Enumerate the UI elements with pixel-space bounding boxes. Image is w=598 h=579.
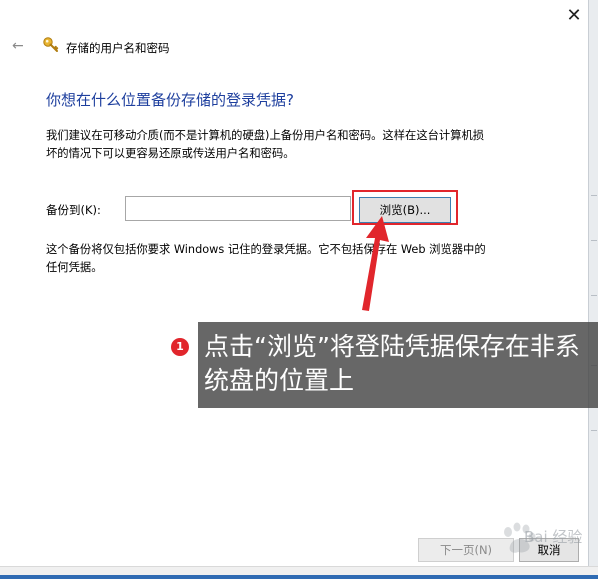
backup-scope-note: 这个备份将仅包括你要求 Windows 记住的登录凭据。它不包括保存在 Web … [46, 243, 486, 274]
page-heading: 你想在什么位置备份存储的登录凭据? [46, 91, 294, 109]
watermark-text: Bai 经验 [524, 528, 583, 546]
dialog-window: ✕ ← 存储的用户名和密码 你想在什么位置备份存储的登录凭据? 我们建议在可移动… [0, 0, 588, 578]
background-window-edge [588, 0, 598, 578]
back-arrow-icon[interactable]: ← [12, 37, 32, 55]
browse-button[interactable]: 浏览(B)... [359, 197, 451, 223]
taskbar-accent [0, 575, 598, 579]
close-icon[interactable]: ✕ [562, 4, 586, 28]
instruction-callout: 点击“浏览”将登陆凭据保存在非系统盘的位置上 [198, 322, 598, 408]
callout-text: 点击“浏览”将登陆凭据保存在非系统盘的位置上 [204, 332, 580, 395]
instruction-text: 我们建议在可移动介质(而不是计算机的硬盘)上备份用户名和密码。这样在这台计算机损… [46, 129, 485, 160]
taskbar-strip [0, 566, 598, 579]
window-title: 存储的用户名和密码 [66, 41, 170, 55]
backup-location-label: 备份到(K): [46, 203, 101, 217]
backup-path-input[interactable] [125, 196, 351, 221]
step-badge: 1 [171, 338, 189, 356]
key-icon [43, 37, 59, 52]
